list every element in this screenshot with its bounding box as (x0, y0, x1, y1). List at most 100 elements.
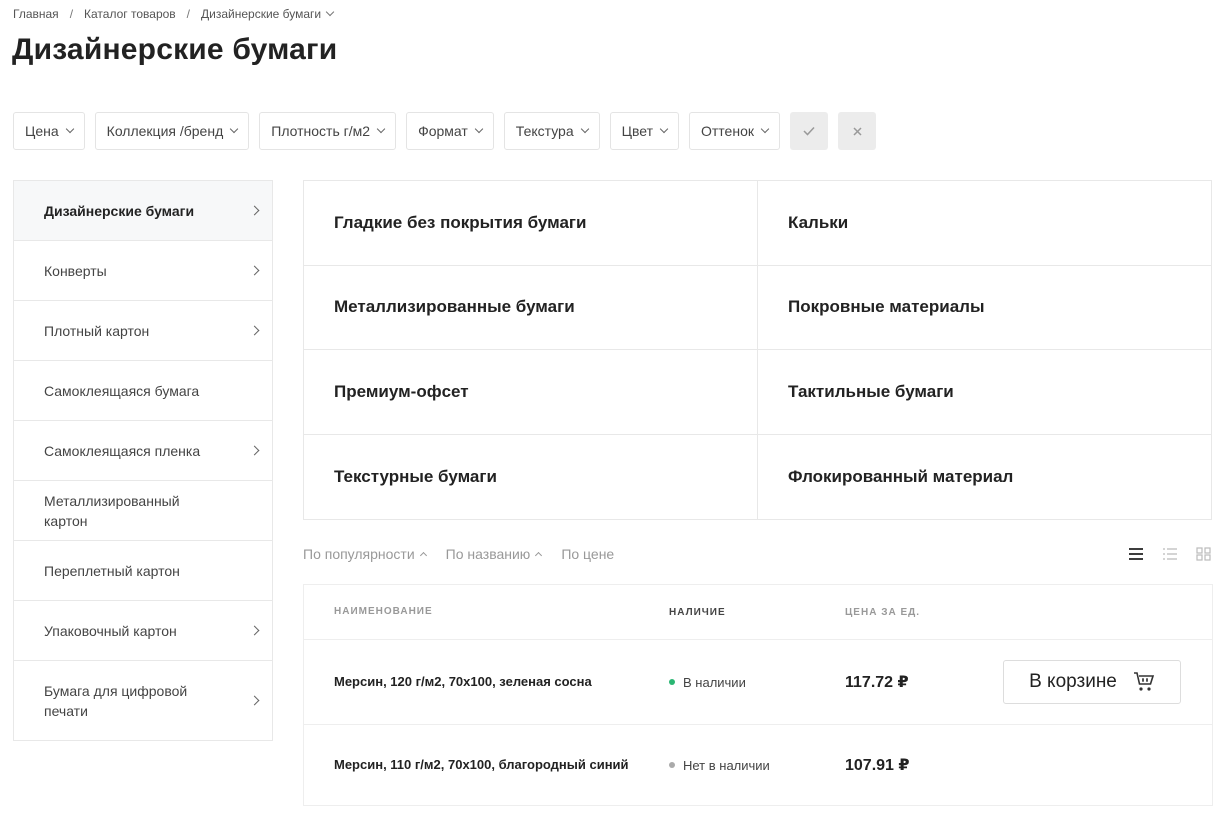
sidebar-item-label: Дизайнерские бумаги (44, 202, 195, 219)
column-header-price[interactable]: ЦЕНА ЗА ЕД. (845, 607, 1003, 618)
sidebar-item-label: Упаковочный картон (44, 622, 177, 639)
chevron-up-icon (535, 551, 543, 560)
stock-label: Нет в наличии (683, 757, 770, 773)
out-of-stock-dot-icon (669, 762, 675, 768)
chevron-down-icon (659, 124, 669, 134)
filter-color[interactable]: Цвет (609, 112, 679, 150)
filter-label: Оттенок (701, 123, 754, 139)
sidebar-item-metallized-cardboard[interactable]: Металлизированный картон (14, 481, 272, 541)
apply-filters-button[interactable] (790, 112, 828, 150)
compact-list-icon[interactable] (1162, 546, 1178, 562)
filter-label: Формат (418, 123, 468, 139)
subcategory-tile[interactable]: Покровные материалы (758, 266, 1211, 350)
reset-filters-button[interactable] (838, 112, 876, 150)
subcategory-tile[interactable]: Тактильные бумаги (758, 350, 1211, 435)
table-row: Мерсин, 120 г/м2, 70х100, зеленая сосна … (304, 640, 1212, 725)
in-stock-dot-icon (669, 679, 675, 685)
category-sidebar: Дизайнерские бумаги Конверты Плотный кар… (13, 180, 273, 741)
filter-label: Цена (25, 123, 59, 139)
subcategory-tile[interactable]: Текстурные бумаги (304, 434, 758, 519)
sort-label: По популярности (303, 546, 415, 562)
breadcrumb: Главная / Каталог товаров / Дизайнерские… (13, 7, 335, 21)
close-icon (852, 126, 862, 136)
filter-format[interactable]: Формат (406, 112, 494, 150)
chevron-right-icon (249, 265, 260, 276)
sidebar-item-self-adhesive-film[interactable]: Самоклеящаяся пленка (14, 421, 272, 481)
product-price: 117.72 ₽ (845, 674, 909, 691)
sidebar-item-label: Металлизированный картон (44, 492, 180, 529)
subcategory-tile[interactable]: Гладкие без покрытия бумаги (304, 181, 758, 266)
subcategory-tile[interactable]: Флокированный материал (758, 435, 1211, 520)
sidebar-item-self-adhesive-paper[interactable]: Самоклеящаяся бумага (14, 361, 272, 421)
subcategory-grid: Гладкие без покрытия бумаги Кальки Метал… (303, 180, 1212, 520)
chevron-right-icon (249, 325, 260, 336)
in-cart-button[interactable]: В корзине (1003, 660, 1181, 704)
view-switcher (1110, 546, 1212, 562)
sidebar-item-label: Плотный картон (44, 322, 150, 339)
sort-by-name[interactable]: По названию (445, 546, 543, 562)
breadcrumb-separator: / (69, 7, 74, 21)
breadcrumb-current[interactable]: Дизайнерские бумаги (201, 7, 321, 21)
breadcrumb-catalog[interactable]: Каталог товаров (84, 7, 176, 21)
sidebar-item-label: Конверты (44, 262, 107, 279)
breadcrumb-separator: / (186, 7, 191, 21)
product-name[interactable]: Мерсин, 110 г/м2, 70х100, благородный си… (304, 755, 669, 775)
chevron-down-icon (760, 124, 770, 134)
breadcrumb-home[interactable]: Главная (13, 7, 59, 21)
chevron-up-icon (419, 551, 427, 560)
product-table: НАИМЕНОВАНИЕ НАЛИЧИЕ ЦЕНА ЗА ЕД. Мерсин,… (303, 584, 1213, 806)
filter-texture[interactable]: Текстура (503, 112, 600, 150)
filter-density[interactable]: Плотность г/м2 (259, 112, 397, 150)
sidebar-item-label: Переплетный картон (44, 562, 180, 579)
stock-label: В наличии (683, 674, 746, 690)
filter-collection[interactable]: Коллекция /бренд (94, 112, 250, 150)
chevron-right-icon (249, 445, 260, 456)
filter-label: Коллекция /бренд (106, 123, 224, 139)
subcategory-tile[interactable]: Металлизированные бумаги (304, 265, 758, 350)
sidebar-item-dense-cardboard[interactable]: Плотный картон (14, 301, 272, 361)
product-name[interactable]: Мерсин, 120 г/м2, 70х100, зеленая сосна (304, 672, 669, 692)
chevron-down-icon (65, 124, 74, 134)
subcategory-tile[interactable]: Кальки (758, 181, 1211, 266)
product-price: 107.91 ₽ (845, 757, 910, 774)
grid-view-icon[interactable] (1196, 546, 1212, 562)
sort-label: По названию (445, 546, 531, 562)
sidebar-item-binding-cardboard[interactable]: Переплетный картон (14, 541, 272, 601)
filter-label: Цвет (621, 123, 653, 139)
sort-bar: По популярности По названию По цене (303, 546, 634, 562)
chevron-right-icon (249, 205, 260, 216)
check-icon (803, 126, 815, 136)
sidebar-item-packaging-cardboard[interactable]: Упаковочный картон (14, 601, 272, 661)
cart-button-label: В корзине (1029, 671, 1117, 692)
page-title: Дизайнерские бумаги (12, 33, 338, 66)
sidebar-item-designer-papers[interactable]: Дизайнерские бумаги (14, 181, 272, 241)
sidebar-item-digital-print-paper[interactable]: Бумага для цифровой печати (14, 661, 272, 740)
sidebar-item-label: Самоклеящаяся пленка (44, 442, 201, 459)
sidebar-item-label: Бумага для цифровой печати (44, 682, 188, 719)
chevron-right-icon (249, 695, 260, 706)
chevron-right-icon (249, 625, 260, 636)
filter-shade[interactable]: Оттенок (689, 112, 780, 150)
list-view-icon[interactable] (1128, 546, 1144, 562)
chevron-down-icon (474, 124, 484, 134)
chevron-down-icon (230, 124, 239, 134)
sidebar-item-envelopes[interactable]: Конверты (14, 241, 272, 301)
filter-label: Текстура (515, 123, 574, 139)
sort-label: По цене (561, 546, 615, 562)
sidebar-item-label: Самоклеящаяся бумага (44, 382, 200, 399)
subcategory-tile[interactable]: Премиум-офсет (304, 350, 758, 435)
filter-bar: Цена Коллекция /бренд Плотность г/м2 Фор… (13, 112, 886, 150)
stock-status: Нет в наличии (669, 758, 845, 773)
filter-label: Плотность г/м2 (271, 123, 371, 139)
table-row: Мерсин, 110 г/м2, 70х100, благородный си… (304, 725, 1212, 806)
sort-by-price[interactable]: По цене (561, 546, 614, 562)
chevron-down-icon (580, 124, 589, 134)
shopping-cart-icon (1133, 672, 1154, 691)
sort-by-popularity[interactable]: По популярности (303, 546, 427, 562)
column-header-name[interactable]: НАИМЕНОВАНИЕ (304, 602, 669, 622)
stock-status: В наличии (669, 675, 845, 690)
chevron-down-icon[interactable] (325, 7, 335, 17)
column-header-stock[interactable]: НАЛИЧИЕ (669, 607, 845, 618)
filter-price[interactable]: Цена (13, 112, 85, 150)
chevron-down-icon (376, 124, 386, 134)
